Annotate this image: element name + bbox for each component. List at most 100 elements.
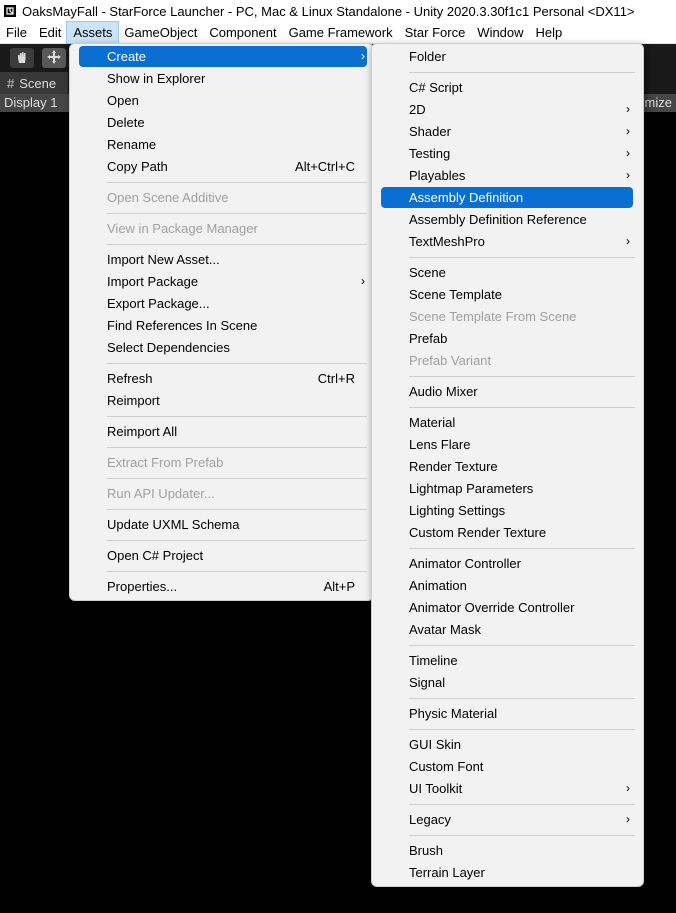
chevron-right-icon: › [626,102,630,116]
tab-scene[interactable]: # Scene [0,72,68,94]
menu-window[interactable]: Window [471,22,529,43]
menu-item-label: Refresh [107,371,153,386]
menu-item-update-uxml-schema[interactable]: Update UXML Schema [70,514,373,535]
chevron-right-icon: › [626,234,630,248]
window-title: OaksMayFall - StarForce Launcher - PC, M… [22,3,635,19]
menu-separator [409,804,635,805]
create-item-2d[interactable]: 2D › [372,99,643,120]
menu-item-refresh[interactable]: Refresh Ctrl+R [70,368,373,389]
create-item-avatar-mask[interactable]: Avatar Mask [372,619,643,640]
menu-item-label: Prefab [409,331,448,346]
menu-file[interactable]: File [0,22,33,43]
menu-item-label: 2D [409,102,426,117]
create-item-custom-render-texture[interactable]: Custom Render Texture [372,522,643,543]
menu-component[interactable]: Component [203,22,282,43]
chevron-right-icon: › [361,49,365,63]
menu-item-import-new-asset[interactable]: Import New Asset... [70,249,373,270]
menu-separator [409,376,635,377]
create-item-material[interactable]: Material [372,412,643,433]
create-item-legacy[interactable]: Legacy › [372,809,643,830]
create-item-animation[interactable]: Animation [372,575,643,596]
create-item-gui-skin[interactable]: GUI Skin [372,734,643,755]
create-item-terrain-layer[interactable]: Terrain Layer [372,862,643,883]
menu-item-label: Folder [409,49,446,64]
create-item-csharp-script[interactable]: C# Script [372,77,643,98]
scene-tab-label: Scene [19,75,57,91]
menu-star-force[interactable]: Star Force [399,22,472,43]
create-item-folder[interactable]: Folder [372,46,643,67]
create-item-scene[interactable]: Scene [372,262,643,283]
create-item-testing[interactable]: Testing › [372,143,643,164]
menu-item-label: GUI Skin [409,737,462,752]
menu-separator [107,447,367,448]
create-item-shader[interactable]: Shader › [372,121,643,142]
menu-item-extract-from-prefab: Extract From Prefab [70,452,373,473]
menu-item-open-scene-additive: Open Scene Additive [70,187,373,208]
unity-icon [4,5,16,17]
menu-item-label: Legacy [409,812,451,827]
menu-item-rename[interactable]: Rename [70,134,373,155]
menu-bar: File Edit Assets GameObject Component Ga… [0,21,676,44]
menu-item-open-csharp-project[interactable]: Open C# Project [70,545,373,566]
menu-item-export-package[interactable]: Export Package... [70,293,373,314]
menu-item-show-in-explorer[interactable]: Show in Explorer [70,68,373,89]
menu-item-label: Assembly Definition [409,190,524,205]
create-item-ui-toolkit[interactable]: UI Toolkit › [372,778,643,799]
move-tool-button[interactable] [42,48,66,68]
create-item-assembly-definition-reference[interactable]: Assembly Definition Reference [372,209,643,230]
create-item-playables[interactable]: Playables › [372,165,643,186]
menu-assets[interactable]: Assets [66,21,120,44]
menu-separator [107,509,367,510]
maximize-toggle[interactable]: imize [642,95,672,110]
menu-separator [107,244,367,245]
menu-item-import-package[interactable]: Import Package › [70,271,373,292]
create-item-audio-mixer[interactable]: Audio Mixer [372,381,643,402]
create-item-render-texture[interactable]: Render Texture [372,456,643,477]
create-item-animator-controller[interactable]: Animator Controller [372,553,643,574]
chevron-right-icon: › [626,168,630,182]
create-submenu: Folder C# Script 2D › Shader › Testing ›… [371,43,644,887]
create-item-signal[interactable]: Signal [372,672,643,693]
menu-item-reimport[interactable]: Reimport [70,390,373,411]
menu-item-label: TextMeshPro [409,234,485,249]
menu-item-label: Scene Template [409,287,502,302]
menu-item-properties[interactable]: Properties... Alt+P [70,576,373,597]
menu-item-label: Select Dependencies [107,340,230,355]
create-item-prefab[interactable]: Prefab [372,328,643,349]
menu-item-select-dependencies[interactable]: Select Dependencies [70,337,373,358]
hand-tool-button[interactable] [10,48,34,68]
menu-item-find-references[interactable]: Find References In Scene [70,315,373,336]
create-item-lens-flare[interactable]: Lens Flare [372,434,643,455]
menu-help[interactable]: Help [530,22,569,43]
menu-item-label: Copy Path [107,159,168,174]
menu-item-open[interactable]: Open [70,90,373,111]
create-item-custom-font[interactable]: Custom Font [372,756,643,777]
create-item-animator-override-controller[interactable]: Animator Override Controller [372,597,643,618]
menu-item-create[interactable]: Create › [79,46,367,67]
create-item-textmeshpro[interactable]: TextMeshPro › [372,231,643,252]
menu-item-label: Playables [409,168,466,183]
menu-item-label: Rename [107,137,157,152]
display-dropdown[interactable]: Display 1 [4,95,57,110]
create-item-lighting-settings[interactable]: Lighting Settings [372,500,643,521]
create-item-timeline[interactable]: Timeline [372,650,643,671]
create-item-physic-material[interactable]: Physic Material [372,703,643,724]
menu-item-copy-path[interactable]: Copy Path Alt+Ctrl+C [70,156,373,177]
create-item-brush[interactable]: Brush [372,840,643,861]
menu-separator [409,548,635,549]
menu-separator [107,571,367,572]
menu-gameobject[interactable]: GameObject [118,22,203,43]
menu-item-delete[interactable]: Delete [70,112,373,133]
menu-item-label: Render Texture [409,459,498,474]
create-item-scene-template[interactable]: Scene Template [372,284,643,305]
create-item-assembly-definition[interactable]: Assembly Definition [381,187,633,208]
hand-tool-icon [15,50,29,67]
create-item-lightmap-parameters[interactable]: Lightmap Parameters [372,478,643,499]
menu-separator [409,698,635,699]
menu-game-framework[interactable]: Game Framework [283,22,399,43]
menu-separator [107,540,367,541]
scene-hash-icon: # [7,75,15,91]
menu-item-reimport-all[interactable]: Reimport All [70,421,373,442]
menu-item-label: Audio Mixer [409,384,478,399]
menu-edit[interactable]: Edit [33,22,67,43]
